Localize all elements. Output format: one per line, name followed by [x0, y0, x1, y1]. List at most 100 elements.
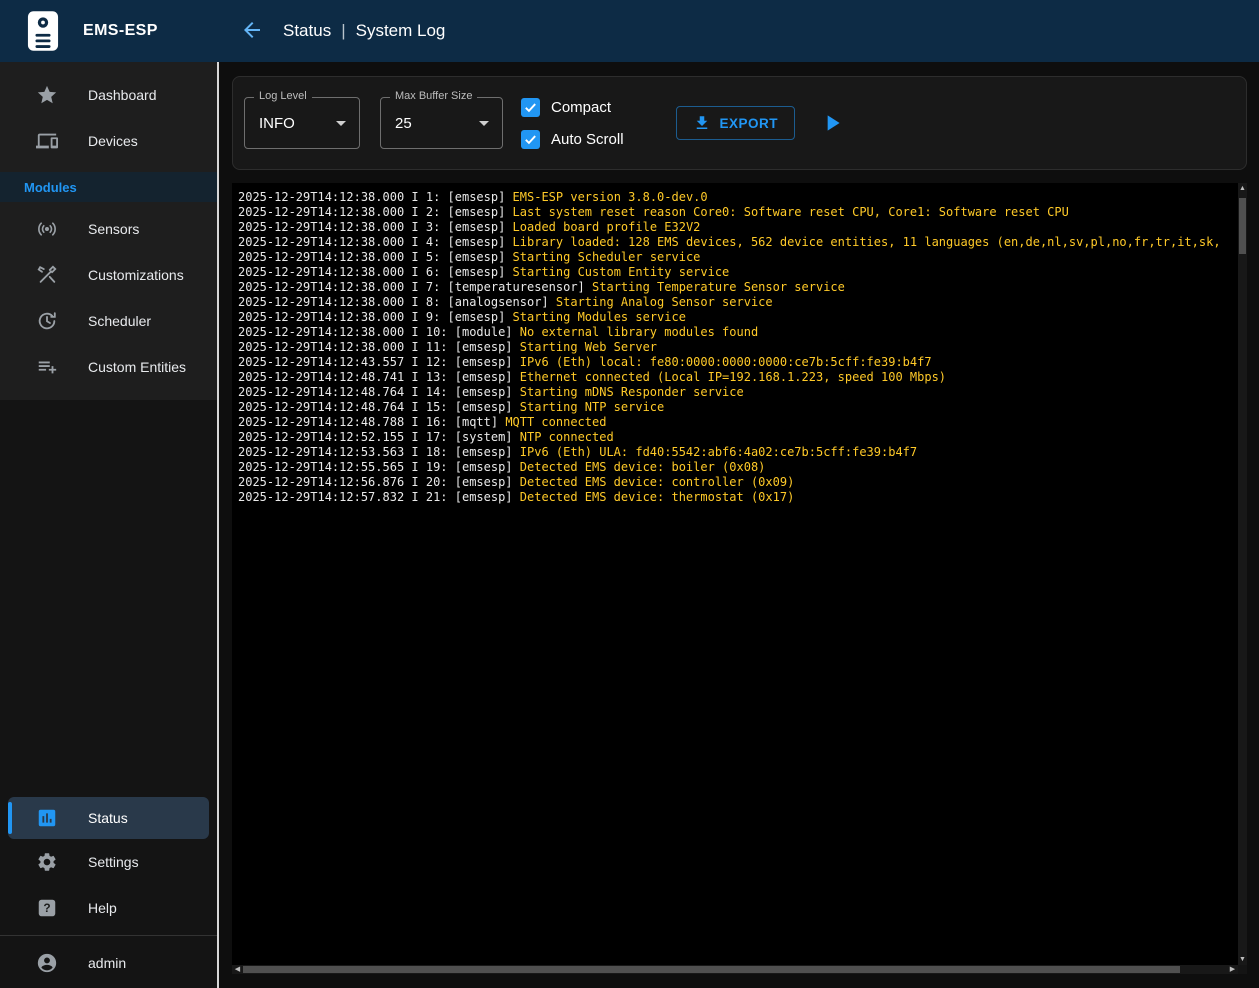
sidebar-item-label: Scheduler — [88, 313, 151, 329]
main-content: Log Level INFO Max Buffer Size 25 Compac… — [217, 62, 1259, 988]
log-line: 2025-12-29T14:12:38.000 I 7: [temperatur… — [238, 280, 1237, 295]
log-line: 2025-12-29T14:12:38.000 I 10: [module] N… — [238, 325, 1237, 340]
log-level-label: Log Level — [254, 90, 312, 102]
checkbox-checked-icon — [521, 130, 540, 149]
scheduler-icon — [36, 310, 58, 332]
log-level-select[interactable]: Log Level INFO — [244, 97, 360, 149]
log-line: 2025-12-29T14:12:38.000 I 4: [emsesp] Li… — [238, 235, 1237, 250]
log-line: 2025-12-29T14:12:56.876 I 20: [emsesp] D… — [238, 475, 1237, 490]
compact-checkbox[interactable]: Compact — [521, 98, 624, 117]
chevron-down-icon — [329, 111, 353, 135]
star-icon — [36, 84, 58, 106]
log-line: 2025-12-29T14:12:52.155 I 17: [system] N… — [238, 430, 1237, 445]
log-line: 2025-12-29T14:12:48.788 I 16: [mqtt] MQT… — [238, 415, 1237, 430]
sidebar-item-scheduler[interactable]: Scheduler — [0, 298, 217, 344]
log-line: 2025-12-29T14:12:55.565 I 19: [emsesp] D… — [238, 460, 1237, 475]
page-title-secondary: System Log — [356, 21, 446, 41]
download-icon — [693, 114, 711, 132]
compact-label: Compact — [551, 99, 611, 116]
max-buffer-size-label: Max Buffer Size — [390, 90, 477, 102]
sidebar-item-label: admin — [88, 955, 126, 971]
log-line: 2025-12-29T14:12:48.741 I 13: [emsesp] E… — [238, 370, 1237, 385]
app-header: EMS-ESP Status | System Log — [0, 0, 1259, 62]
sidebar-item-custom-entities[interactable]: Custom Entities — [0, 344, 217, 390]
horizontal-scrollbar[interactable]: ◀ ▶ — [232, 965, 1238, 974]
log-line: 2025-12-29T14:12:48.764 I 15: [emsesp] S… — [238, 400, 1237, 415]
export-label: EXPORT — [720, 116, 779, 131]
scroll-left-icon[interactable]: ◀ — [233, 965, 242, 974]
log-line: 2025-12-29T14:12:38.000 I 5: [emsesp] St… — [238, 250, 1237, 265]
log-line: 2025-12-29T14:12:38.000 I 3: [emsesp] Lo… — [238, 220, 1237, 235]
log-line: 2025-12-29T14:12:57.832 I 21: [emsesp] D… — [238, 490, 1237, 505]
title-separator: | — [341, 21, 345, 41]
sidebar-item-label: Dashboard — [88, 87, 157, 103]
sidebar-item-admin[interactable]: admin — [0, 940, 217, 986]
sidebar-item-settings[interactable]: Settings — [0, 839, 217, 885]
sidebar-item-devices[interactable]: Devices — [0, 118, 217, 164]
log-line: 2025-12-29T14:12:38.000 I 6: [emsesp] St… — [238, 265, 1237, 280]
sidebar-item-label: Settings — [88, 854, 139, 870]
body: Dashboard Devices Modules Sensors Customiz… — [0, 62, 1259, 988]
vertical-scrollbar[interactable]: ▲ ▼ — [1238, 183, 1247, 965]
log-level-value: INFO — [259, 115, 295, 132]
back-button[interactable] — [237, 16, 267, 46]
app-root: EMS-ESP Status | System Log Dashboard Dev… — [0, 0, 1259, 988]
scroll-up-icon[interactable]: ▲ — [1238, 184, 1247, 193]
log-line: 2025-12-29T14:12:38.000 I 9: [emsesp] St… — [238, 310, 1237, 325]
sidebar-item-customizations[interactable]: Customizations — [0, 252, 217, 298]
sidebar-section-modules: Modules — [0, 172, 217, 202]
sidebar-item-label: Devices — [88, 133, 138, 149]
scroll-right-icon[interactable]: ▶ — [1228, 965, 1237, 974]
log-line: 2025-12-29T14:12:38.000 I 2: [emsesp] La… — [238, 205, 1237, 220]
log-toolbar: Log Level INFO Max Buffer Size 25 Compac… — [232, 76, 1247, 170]
sidebar-item-status[interactable]: Status — [8, 797, 209, 839]
help-icon: ? — [36, 897, 58, 919]
app-logo-icon — [27, 10, 59, 52]
sidebar-item-label: Sensors — [88, 221, 139, 237]
log-output[interactable]: 2025-12-29T14:12:38.000 I 1: [emsesp] EM… — [232, 183, 1247, 974]
status-icon — [36, 807, 58, 829]
auto-scroll-label: Auto Scroll — [551, 131, 624, 148]
back-arrow-icon — [240, 18, 264, 45]
play-button[interactable] — [817, 108, 847, 138]
vertical-scrollbar-thumb[interactable] — [1239, 198, 1246, 254]
devices-icon — [36, 130, 58, 152]
sidebar-item-label: Help — [88, 900, 117, 916]
page-title: Status | System Log — [283, 21, 445, 41]
sidebar-item-label: Status — [88, 810, 128, 826]
sidebar-top-block: Dashboard Devices Modules Sensors Customiz… — [0, 62, 217, 400]
scroll-down-icon[interactable]: ▼ — [1238, 955, 1247, 964]
log-lines: 2025-12-29T14:12:38.000 I 1: [emsesp] EM… — [238, 190, 1237, 964]
max-buffer-size-value: 25 — [395, 115, 412, 132]
sidebar-item-label: Customizations — [88, 267, 184, 283]
log-line: 2025-12-29T14:12:38.000 I 8: [analogsens… — [238, 295, 1237, 310]
log-line: 2025-12-29T14:12:48.764 I 14: [emsesp] S… — [238, 385, 1237, 400]
auto-scroll-checkbox[interactable]: Auto Scroll — [521, 130, 624, 149]
sidebar-bottom-block: Status Settings? Help admin — [0, 797, 217, 988]
scrollbar-corner — [1238, 965, 1247, 974]
log-line: 2025-12-29T14:12:38.000 I 11: [emsesp] S… — [238, 340, 1237, 355]
chevron-down-icon — [472, 111, 496, 135]
horizontal-scrollbar-thumb[interactable] — [243, 966, 1180, 973]
brand: EMS-ESP — [0, 0, 217, 62]
checkbox-column: Compact Auto Scroll — [521, 98, 624, 149]
svg-text:?: ? — [43, 901, 50, 915]
log-line: 2025-12-29T14:12:43.557 I 12: [emsesp] I… — [238, 355, 1237, 370]
log-line: 2025-12-29T14:12:53.563 I 18: [emsesp] I… — [238, 445, 1237, 460]
sidebar-item-help[interactable]: ? Help — [0, 885, 217, 931]
sensors-icon — [36, 218, 58, 240]
play-icon — [819, 110, 845, 136]
sidebar-item-label: Custom Entities — [88, 359, 186, 375]
header-main: Status | System Log — [217, 0, 1259, 62]
checkbox-checked-icon — [521, 98, 540, 117]
sidebar-item-sensors[interactable]: Sensors — [0, 206, 217, 252]
account-icon — [36, 952, 58, 974]
export-button[interactable]: EXPORT — [676, 106, 796, 140]
log-line: 2025-12-29T14:12:38.000 I 1: [emsesp] EM… — [238, 190, 1237, 205]
max-buffer-size-select[interactable]: Max Buffer Size 25 — [380, 97, 503, 149]
sidebar-divider — [0, 935, 217, 936]
sidebar: Dashboard Devices Modules Sensors Customiz… — [0, 62, 217, 988]
app-title: EMS-ESP — [83, 22, 158, 40]
sidebar-item-dashboard[interactable]: Dashboard — [0, 72, 217, 118]
gear-icon — [36, 851, 58, 873]
